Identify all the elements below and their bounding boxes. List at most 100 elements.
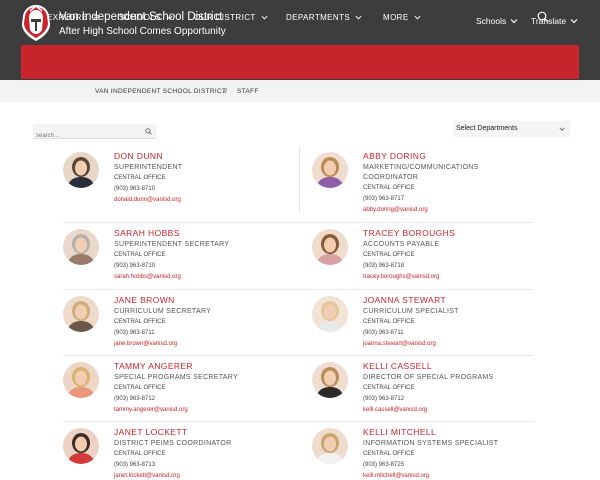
staff-office: CENTRAL OFFICE — [363, 252, 415, 258]
staff-phone[interactable]: (903) 963-8711 — [363, 328, 513, 339]
staff-office: CENTRAL OFFICE — [363, 385, 415, 391]
staff-email[interactable]: kelli.mitchell@vanisd.org — [363, 471, 513, 480]
staff-email[interactable]: joanna.stewart@vanisd.org — [363, 339, 513, 350]
district-logo-icon[interactable] — [20, 4, 52, 42]
chevron-down-icon — [166, 15, 173, 20]
staff-name[interactable]: JANET LOCKETT — [114, 427, 264, 437]
staff-office: CENTRAL OFFICE — [114, 175, 166, 181]
staff-email[interactable]: tracey.boroughs@vanisd.org — [363, 272, 513, 283]
staff-office: CENTRAL OFFICE — [114, 451, 166, 457]
staff-card: KELLI MITCHELL INFORMATION SYSTEMS SPECIA… — [282, 421, 518, 480]
staff-photo — [63, 229, 99, 265]
staff-email[interactable]: donald.dunn@vanisd.org — [114, 195, 264, 206]
breadcrumb-separator: // — [223, 88, 228, 95]
chevron-down-icon — [414, 15, 421, 20]
staff-phone[interactable]: (903) 963-8710 — [114, 261, 264, 272]
search-icon[interactable] — [537, 11, 549, 23]
staff-search-input[interactable] — [33, 129, 133, 143]
staff-phone[interactable]: (903) 963-8711 — [114, 328, 264, 339]
chevron-down-icon — [355, 15, 362, 20]
staff-office: CENTRAL OFFICE — [363, 185, 415, 191]
staff-office: CENTRAL OFFICE — [363, 451, 415, 457]
staff-title: CURRICULUM SPECIALIST — [363, 308, 459, 315]
nav-our-district[interactable]: OUR DISTRICT — [194, 13, 268, 22]
breadcrumb-home[interactable]: VAN INDEPENDENT SCHOOL DISTRICT — [95, 88, 226, 95]
staff-title: ACCOUNTS PAYABLE — [363, 241, 440, 248]
nav-departments-label: DEPARTMENTS — [286, 13, 351, 22]
nav-schools-label: SCHOOLS — [119, 13, 161, 22]
staff-card: JANE BROWN CURRICULUM SECRETARY CENTRAL OF… — [33, 289, 269, 355]
main-nav — [21, 45, 579, 79]
staff-email[interactable]: tammy.angerer@vanisd.org — [114, 405, 264, 416]
staff-card: TRACEY BOROUGHS ACCOUNTS PAYABLE CENTRAL O… — [282, 222, 518, 288]
search-icon[interactable] — [145, 128, 152, 135]
staff-name[interactable]: KELLI MITCHELL — [363, 427, 513, 437]
staff-name[interactable]: TRACEY BOROUGHS — [363, 228, 513, 238]
staff-email[interactable]: abby.doring@vanisd.org — [363, 205, 513, 216]
staff-name[interactable]: DON DUNN — [114, 151, 264, 161]
staff-card: SARAH HOBBS SUPERINTENDENT SECRETARY CENTR… — [33, 222, 269, 288]
staff-phone[interactable]: (903) 963-8712 — [363, 394, 513, 405]
staff-title: SUPERINTENDENT — [114, 164, 183, 171]
staff-title: MARKETING/COMMUNICATIONS COORDINATOR — [363, 164, 479, 181]
staff-photo — [63, 362, 99, 398]
chevron-down-icon — [510, 19, 518, 24]
nav-departments[interactable]: DEPARTMENTS — [286, 13, 362, 22]
department-select-value: Select Departments — [456, 125, 518, 132]
staff-photo — [63, 428, 99, 464]
nav-explore[interactable]: EXPLORE — [47, 13, 100, 22]
staff-title: CURRICULUM SECRETARY — [114, 308, 212, 315]
staff-phone[interactable]: (903) 963-8717 — [363, 194, 513, 205]
schools-label: Schools — [476, 16, 507, 26]
site-tagline: After High School Comes Opportunity — [59, 26, 226, 37]
staff-name[interactable]: JOANNA STEWART — [363, 295, 513, 305]
staff-title: DISTRICT PEIMS COORDINATOR — [114, 440, 232, 447]
staff-card: JANET LOCKETT DISTRICT PEIMS COORDINATOR C… — [33, 421, 269, 480]
staff-search — [33, 124, 157, 143]
nav-more-label: MORE — [383, 13, 409, 22]
staff-name[interactable]: JANE BROWN — [114, 295, 264, 305]
chevron-down-icon — [559, 127, 565, 131]
staff-name[interactable]: KELLI CASSELL — [363, 361, 513, 371]
nav-our-district-label: OUR DISTRICT — [194, 13, 256, 22]
staff-name[interactable]: ABBY DORING — [363, 151, 513, 161]
staff-email[interactable]: janet.lockett@vanisd.org — [114, 471, 264, 480]
staff-phone[interactable]: (903) 963-8718 — [363, 261, 513, 272]
nav-explore-label: EXPLORE — [47, 13, 88, 22]
staff-photo — [312, 296, 348, 332]
staff-title: INFORMATION SYSTEMS SPECIALIST — [363, 440, 499, 447]
staff-phone[interactable]: (903) 963-8710 — [114, 184, 264, 195]
staff-card: DON DUNN SUPERINTENDENT CENTRAL OFFICE (903… — [33, 145, 269, 211]
staff-phone[interactable]: (903) 963-8713 — [114, 460, 264, 471]
staff-photo — [312, 229, 348, 265]
staff-photo — [63, 152, 99, 188]
staff-name[interactable]: TAMMY ANGERER — [114, 361, 264, 371]
staff-phone[interactable]: (903) 963-8725 — [363, 460, 513, 471]
schools-dropdown[interactable]: Schools — [476, 16, 518, 26]
staff-card: TAMMY ANGERER SPECIAL PROGRAMS SECRETARY C… — [33, 355, 269, 421]
staff-office: CENTRAL OFFICE — [114, 385, 166, 391]
staff-email[interactable]: sarah.hobbs@vanisd.org — [114, 272, 264, 283]
staff-photo — [312, 362, 348, 398]
staff-title: DIRECTOR OF SPECIAL PROGRAMS — [363, 374, 494, 381]
staff-office: CENTRAL OFFICE — [114, 319, 166, 325]
department-select[interactable]: Select Departments — [453, 121, 570, 137]
breadcrumb-bar — [0, 80, 600, 102]
nav-more[interactable]: MORE — [383, 13, 421, 22]
staff-name[interactable]: SARAH HOBBS — [114, 228, 264, 238]
staff-photo — [312, 152, 348, 188]
staff-title: SPECIAL PROGRAMS SECRETARY — [114, 374, 238, 381]
staff-card: ABBY DORING MARKETING/COMMUNICATIONS COOR… — [282, 145, 518, 213]
staff-office: CENTRAL OFFICE — [114, 252, 166, 258]
staff-email[interactable]: jane.brown@vanisd.org — [114, 339, 264, 350]
staff-card: JOANNA STEWART CURRICULUM SPECIALIST CENTR… — [282, 289, 518, 355]
staff-office: CENTRAL OFFICE — [363, 319, 415, 325]
staff-email[interactable]: kelli.cassell@vanisd.org — [363, 405, 513, 416]
staff-title: SUPERINTENDENT SECRETARY — [114, 241, 230, 248]
nav-schools[interactable]: SCHOOLS — [119, 13, 173, 22]
menu-icon — [93, 15, 99, 20]
breadcrumb-current: STAFF — [237, 88, 259, 95]
staff-photo — [312, 428, 348, 464]
staff-phone[interactable]: (903) 963-8712 — [114, 394, 264, 405]
staff-photo — [63, 296, 99, 332]
